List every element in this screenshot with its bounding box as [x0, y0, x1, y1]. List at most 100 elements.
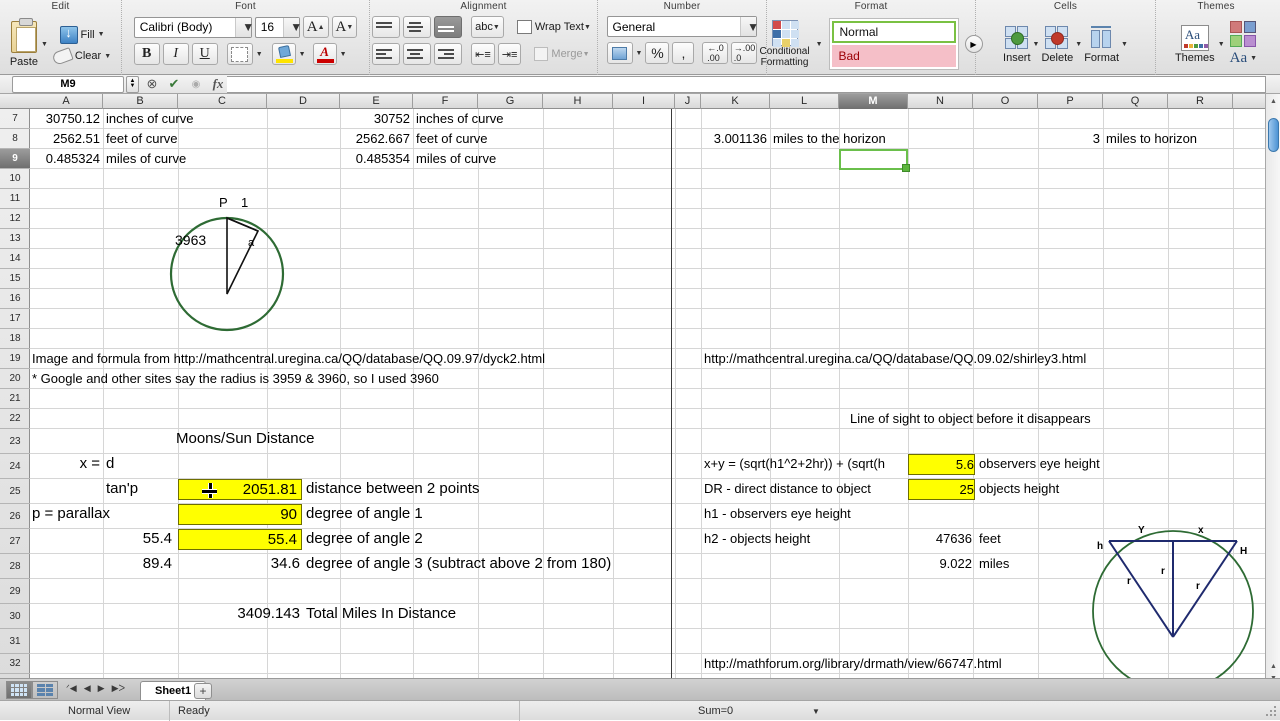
- row-header-14[interactable]: 14: [0, 249, 30, 269]
- column-header-A[interactable]: A: [30, 94, 103, 109]
- fill-color-dropdown-icon[interactable]: ▼: [299, 51, 306, 58]
- column-header-P[interactable]: P: [1038, 94, 1103, 109]
- font-size-select[interactable]: 16 ▼: [255, 17, 300, 38]
- shrink-font-button[interactable]: A▼: [332, 16, 358, 38]
- column-header-R[interactable]: R: [1168, 94, 1233, 109]
- cell-K25[interactable]: DR - direct distance to object: [704, 479, 934, 499]
- cell-K32[interactable]: http://mathforum.org/library/drmath/view…: [704, 654, 1124, 674]
- cell-M28[interactable]: 9.022: [908, 554, 972, 574]
- orientation-button[interactable]: abc▼: [471, 16, 504, 38]
- cell-A7[interactable]: 30750.12: [30, 109, 100, 129]
- font-size-dropdown-icon[interactable]: ▼: [283, 18, 299, 37]
- wrap-text-button[interactable]: Wrap Text ▼: [513, 16, 595, 38]
- row-header-13[interactable]: 13: [0, 229, 30, 249]
- cell-E7[interactable]: 30752: [340, 109, 410, 129]
- row-header-24[interactable]: 24: [0, 454, 30, 479]
- cell-L8[interactable]: miles to the horizon: [773, 129, 993, 149]
- increase-decimal-button[interactable]: ←.0.00: [702, 42, 728, 64]
- conditional-formatting-button[interactable]: Conditional Formatting: [760, 20, 810, 68]
- cell-D27[interactable]: degree of angle 2: [306, 529, 586, 549]
- cell-D30[interactable]: Total Miles In Distance: [306, 604, 606, 624]
- align-middle-button[interactable]: [403, 16, 431, 38]
- themes-button[interactable]: Aa Themes: [1175, 25, 1215, 64]
- theme-colors-icon[interactable]: [1230, 21, 1256, 47]
- row-header-30[interactable]: 30: [0, 604, 30, 629]
- cell-B7[interactable]: inches of curve: [106, 109, 266, 129]
- align-left-button[interactable]: [372, 43, 400, 65]
- cell-D26[interactable]: degree of angle 1: [306, 504, 586, 524]
- row-header-19[interactable]: 19: [0, 349, 30, 369]
- row-header-17[interactable]: 17: [0, 309, 30, 329]
- row-header-21[interactable]: 21: [0, 389, 30, 409]
- cell-K19[interactable]: http://mathcentral.uregina.ca/QQ/databas…: [704, 349, 1264, 369]
- cell-B24[interactable]: d: [106, 454, 166, 474]
- cell-A26[interactable]: p = parallax: [32, 504, 172, 524]
- column-header-G[interactable]: G: [478, 94, 543, 109]
- row-header-12[interactable]: 12: [0, 209, 30, 229]
- paste-button[interactable]: Paste: [10, 21, 38, 68]
- cell-K26[interactable]: h1 - observers eye height: [704, 504, 964, 524]
- normal-view-button[interactable]: [6, 681, 32, 699]
- format-cells-dropdown-icon[interactable]: ▼: [1121, 41, 1128, 48]
- page-layout-view-button[interactable]: [32, 681, 58, 699]
- cell-C30[interactable]: 3409.143: [178, 604, 300, 624]
- cell-K27[interactable]: h2 - objects height: [704, 529, 934, 549]
- cell-C23[interactable]: Moons/Sun Distance: [176, 429, 476, 449]
- row-header-27[interactable]: 27: [0, 529, 30, 554]
- style-normal[interactable]: Normal: [832, 21, 956, 43]
- row-header-20[interactable]: 20: [0, 369, 30, 389]
- theme-fonts-button[interactable]: Aa ▼: [1230, 50, 1257, 67]
- merge-button[interactable]: Merge ▼: [530, 43, 593, 65]
- column-header-C[interactable]: C: [178, 94, 267, 109]
- cell-N24[interactable]: observers eye height: [979, 454, 1219, 474]
- align-top-button[interactable]: [372, 16, 400, 38]
- row-header-7[interactable]: 7: [0, 109, 30, 129]
- font-name-dropdown-icon[interactable]: ▼: [235, 18, 251, 37]
- format-cells-button[interactable]: Format: [1084, 25, 1119, 64]
- conditional-formatting-dropdown-icon[interactable]: ▼: [816, 41, 823, 48]
- cell-C26[interactable]: 90: [178, 504, 302, 525]
- currency-button[interactable]: [607, 42, 633, 64]
- cell-B25[interactable]: tan'p: [106, 479, 176, 499]
- insert-dropdown-icon[interactable]: ▼: [1033, 41, 1040, 48]
- row-header-8[interactable]: 8: [0, 129, 30, 149]
- italic-button[interactable]: I: [163, 43, 189, 65]
- row-header-26[interactable]: 26: [0, 504, 30, 529]
- number-format-select[interactable]: General ▼: [607, 16, 757, 37]
- row-header-32[interactable]: 32: [0, 654, 30, 674]
- paste-dropdown-icon[interactable]: ▼: [41, 41, 48, 48]
- borders-button[interactable]: [227, 43, 253, 65]
- cell-E8[interactable]: 2562.667: [340, 129, 410, 149]
- row-header-28[interactable]: 28: [0, 554, 30, 579]
- clear-button[interactable]: Clear ▼: [53, 50, 111, 63]
- status-sum-dropdown-icon[interactable]: ▼: [812, 707, 820, 716]
- column-header-F[interactable]: F: [413, 94, 478, 109]
- cell-A20[interactable]: * Google and other sites say the radius …: [32, 369, 692, 389]
- column-header-B[interactable]: B: [103, 94, 178, 109]
- row-header-10[interactable]: 10: [0, 169, 30, 189]
- font-color-button[interactable]: A: [313, 43, 337, 65]
- fill-color-button[interactable]: [272, 43, 296, 65]
- nav-next-icon[interactable]: ▶: [98, 683, 105, 694]
- underline-button[interactable]: U: [192, 43, 218, 65]
- vertical-scrollbar[interactable]: ▲ ▲ ▼: [1265, 94, 1280, 686]
- cell-F9[interactable]: miles of curve: [416, 149, 576, 169]
- cell-A24[interactable]: x =: [30, 454, 100, 474]
- scroll-up-icon[interactable]: ▲: [1268, 96, 1279, 107]
- cell-M25[interactable]: 25: [908, 479, 975, 500]
- cell-K8[interactable]: 3.001136: [701, 129, 767, 149]
- formula-input[interactable]: [227, 76, 1266, 93]
- cell-M24[interactable]: 5.6: [908, 454, 975, 475]
- cell-F7[interactable]: inches of curve: [416, 109, 576, 129]
- nav-last-icon[interactable]: ▶ᐳ: [112, 683, 125, 694]
- spreadsheet-grid[interactable]: ABCDEFGHIJKLMNOPQR 789101112131415161718…: [0, 94, 1280, 686]
- accept-entry-icon[interactable]: ✔: [165, 75, 183, 93]
- column-header-H[interactable]: H: [543, 94, 613, 109]
- row-header-11[interactable]: 11: [0, 189, 30, 209]
- add-sheet-button[interactable]: +: [194, 683, 212, 699]
- column-header-M[interactable]: M: [839, 94, 908, 109]
- fill-dropdown-icon[interactable]: ▼: [98, 31, 105, 38]
- name-box-spinner[interactable]: ▲▼: [126, 76, 139, 93]
- row-header-9[interactable]: 9: [0, 149, 30, 169]
- font-color-dropdown-icon[interactable]: ▼: [340, 51, 347, 58]
